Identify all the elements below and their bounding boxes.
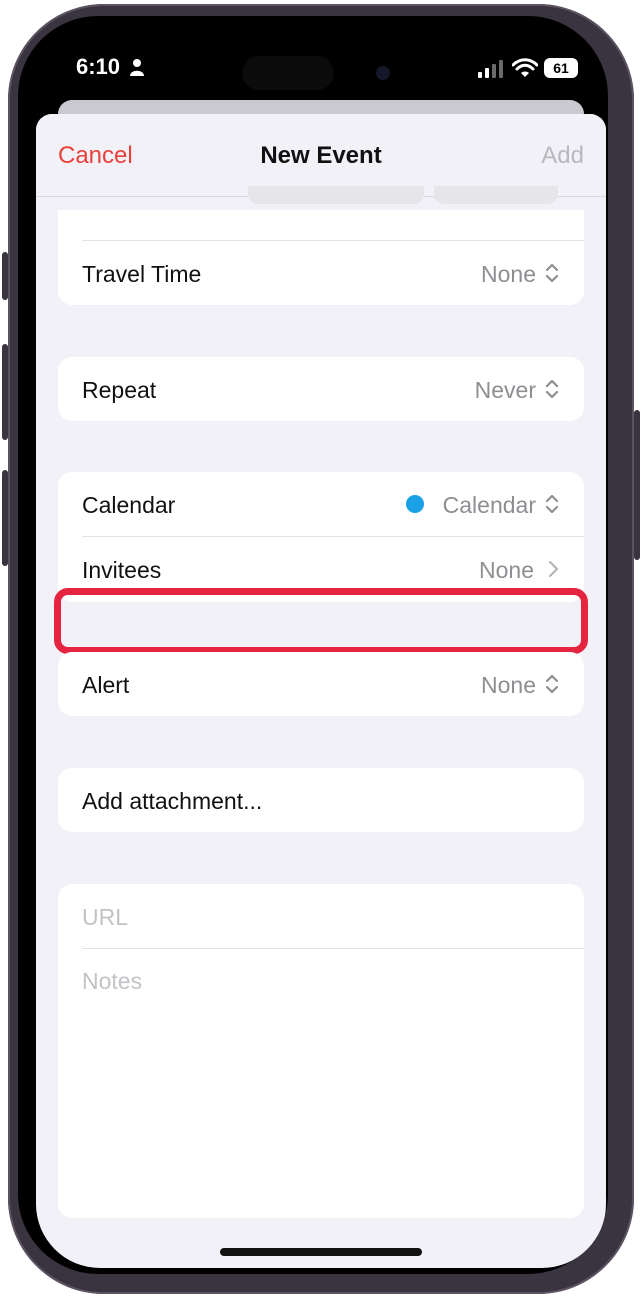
screen: 6:10 61 Cancel New Event Add Travel Time… <box>36 30 606 1268</box>
power-button <box>634 410 640 560</box>
calendar-invitees-group: Calendar Calendar Invitees None <box>58 472 584 602</box>
alert-value: None <box>481 672 536 698</box>
chevron-up-down-icon <box>545 674 559 694</box>
mute-switch <box>2 252 8 300</box>
repeat-label: Repeat <box>82 377 157 403</box>
status-bar: 6:10 61 <box>36 30 606 110</box>
person-icon <box>130 59 144 76</box>
chevron-up-down-icon <box>545 263 559 283</box>
volume-up-button <box>2 344 8 440</box>
chevron-right-icon <box>548 560 559 578</box>
travel-time-value: None <box>481 261 536 287</box>
chevron-up-down-icon <box>545 379 559 399</box>
calendar-label: Calendar <box>82 492 176 518</box>
url-notes-group: URL Notes <box>58 884 584 1218</box>
alert-group: Alert None <box>58 652 584 716</box>
alert-label: Alert <box>82 672 130 698</box>
add-attachment-label: Add attachment... <box>82 788 263 814</box>
calendar-value: Calendar <box>442 492 536 518</box>
navigation-bar: Cancel New Event Add <box>36 114 606 197</box>
calendar-row[interactable]: Calendar Calendar <box>58 472 584 536</box>
alert-row[interactable]: Alert None <box>58 652 584 716</box>
repeat-row[interactable]: Repeat Never <box>58 357 584 421</box>
repeat-group: Repeat Never <box>58 357 584 421</box>
volume-down-button <box>2 470 8 566</box>
attachment-group: Add attachment... <box>58 768 584 832</box>
status-time: 6:10 <box>76 54 121 79</box>
cellular-signal-icon <box>478 60 503 78</box>
add-attachment-button[interactable]: Add attachment... <box>58 768 584 832</box>
invitees-value: None <box>479 557 534 583</box>
url-input[interactable]: URL <box>82 904 128 931</box>
invitees-highlight-box <box>54 588 588 654</box>
travel-time-group: Travel Time None <box>58 210 584 305</box>
travel-time-label: Travel Time <box>82 261 202 287</box>
page-title: New Event <box>260 142 382 169</box>
calendar-color-dot <box>406 495 424 513</box>
wifi-icon <box>512 58 538 77</box>
travel-time-row[interactable]: Travel Time None <box>58 241 584 305</box>
new-event-sheet: Cancel New Event Add Travel Time None Re… <box>36 114 606 1268</box>
battery-icon: 61 <box>544 58 578 78</box>
chevron-up-down-icon <box>545 494 559 514</box>
notes-input[interactable]: Notes <box>82 968 142 995</box>
time-pill <box>434 186 558 204</box>
front-camera <box>376 66 390 80</box>
dynamic-island <box>242 56 334 90</box>
add-button[interactable]: Add <box>541 142 584 170</box>
date-pill <box>248 186 424 204</box>
home-indicator[interactable] <box>220 1248 422 1256</box>
invitees-label: Invitees <box>82 557 162 583</box>
repeat-value: Never <box>474 377 536 403</box>
divider <box>82 948 584 949</box>
